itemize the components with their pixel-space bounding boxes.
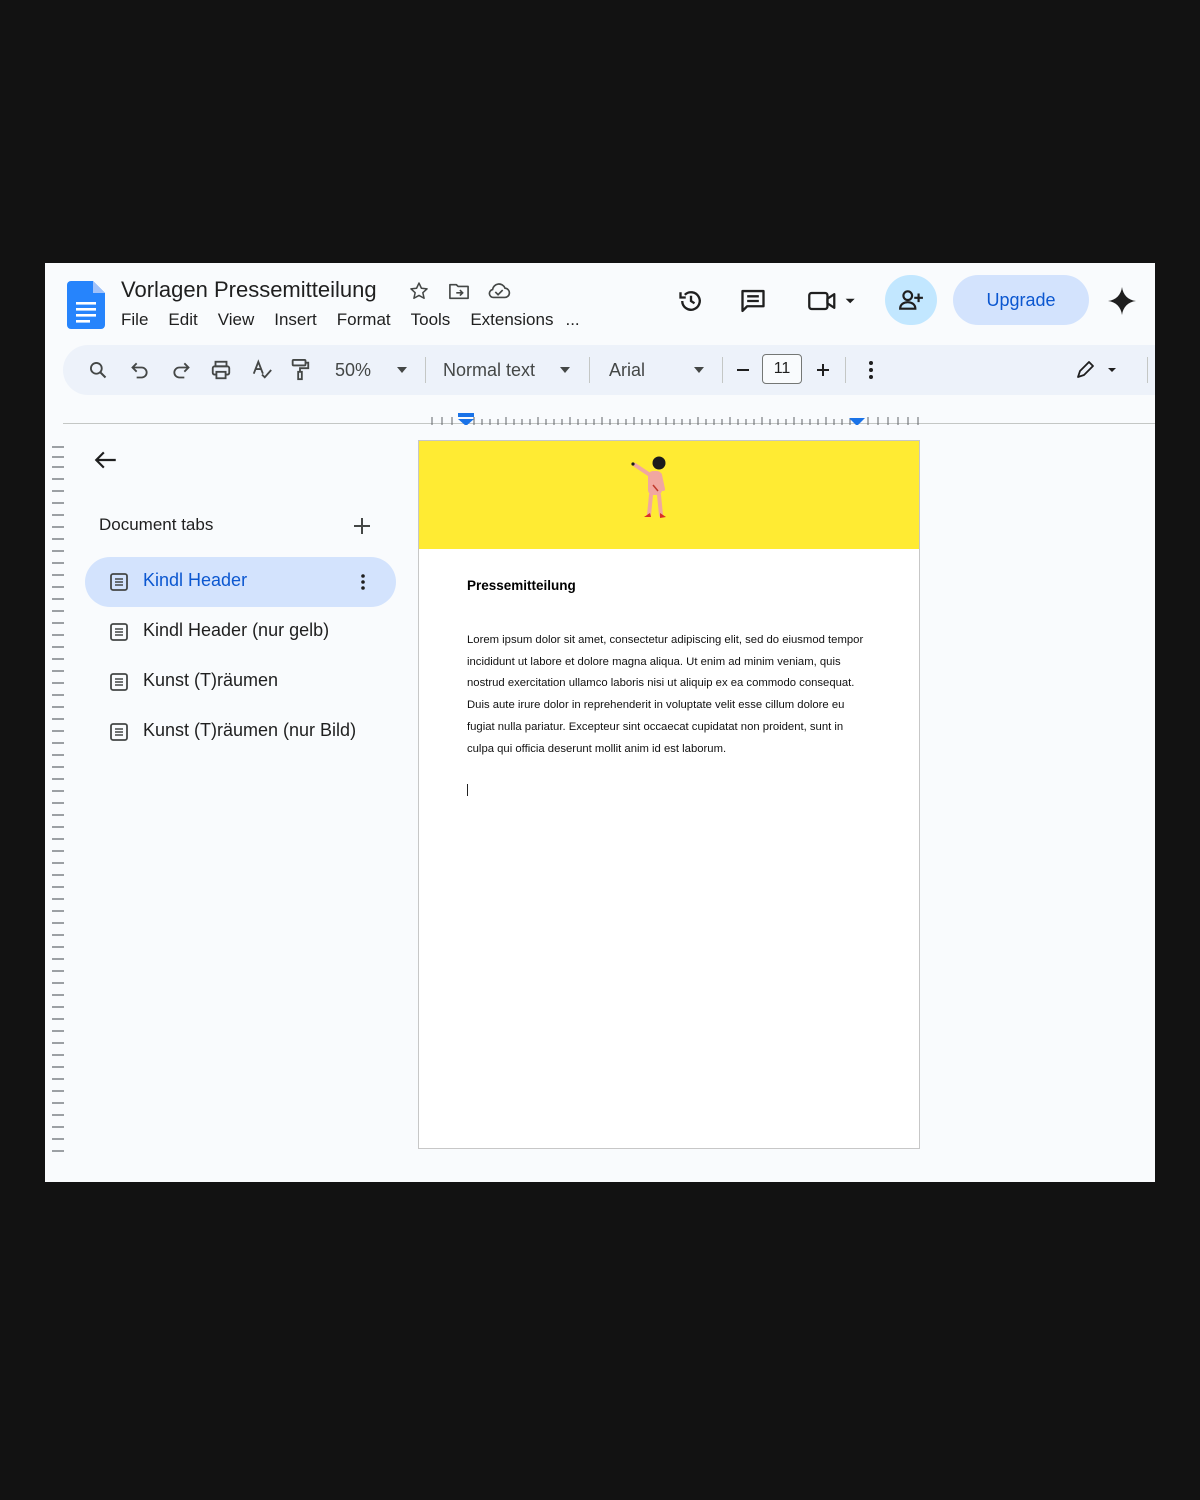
comments-icon[interactable]: [739, 287, 767, 315]
paragraph-style-select[interactable]: Normal text: [443, 357, 539, 383]
tab-label: Kunst (T)räumen (nur Bild): [143, 720, 357, 740]
document-tab-icon: [110, 623, 128, 641]
document-tab-icon: [110, 573, 128, 591]
edit-mode-icon[interactable]: [1071, 357, 1121, 383]
menu-insert[interactable]: Insert: [264, 309, 327, 331]
tab-kindl-header[interactable]: Kindl Header: [85, 557, 396, 607]
gemini-icon[interactable]: [1106, 285, 1138, 317]
menu-extensions[interactable]: Extensions: [460, 309, 563, 331]
docs-window: Vorlagen Pressemitteilung File Edit View…: [45, 263, 1155, 1182]
text-cursor: [467, 784, 468, 796]
document-body-text: Lorem ipsum dolor sit amet, consectetur …: [467, 634, 864, 755]
menu-more[interactable]: ...: [563, 309, 589, 331]
header-banner: [419, 441, 919, 549]
figure-illustration: [631, 456, 666, 518]
title-icons: [407, 279, 511, 303]
menu-bar: File Edit View Insert Format Tools Exten…: [111, 309, 590, 331]
back-arrow-icon[interactable]: [93, 447, 119, 473]
more-vert-icon[interactable]: [861, 357, 881, 383]
horizontal-ruler[interactable]: [430, 413, 920, 425]
increase-font-size-icon[interactable]: [813, 357, 833, 383]
font-size-input[interactable]: 11: [762, 354, 802, 384]
left-indent-marker: [458, 419, 474, 425]
document-page[interactable]: Pressemitteilung Lorem ipsum dolor sit a…: [418, 440, 920, 1149]
toolbar-separator: [589, 357, 590, 383]
redo-icon[interactable]: [168, 357, 194, 383]
tab-label: Kindl Header (nur gelb): [143, 620, 330, 640]
add-tab-icon[interactable]: [351, 515, 373, 537]
toolbar-separator: [845, 357, 846, 383]
share-icon: [899, 290, 923, 310]
paint-format-icon[interactable]: [287, 357, 313, 383]
document-tab-icon: [110, 723, 128, 741]
font-select[interactable]: Arial: [609, 357, 669, 383]
toolbar: 50% Normal text Arial 11: [63, 345, 1155, 395]
menu-view[interactable]: View: [208, 309, 265, 331]
decrease-font-size-icon[interactable]: [733, 357, 753, 383]
spellcheck-icon[interactable]: [249, 357, 275, 383]
document-heading: Pressemitteilung: [467, 578, 576, 593]
menu-edit[interactable]: Edit: [158, 309, 207, 331]
google-docs-icon[interactable]: [67, 281, 105, 329]
tab-kindl-header-nur-gelb[interactable]: Kindl Header (nur gelb): [85, 607, 396, 657]
vertical-ruler[interactable]: [52, 445, 64, 1165]
search-icon[interactable]: [85, 357, 111, 383]
first-line-indent-marker: [458, 413, 474, 417]
move-to-folder-icon[interactable]: [447, 279, 471, 303]
tab-more-options-icon[interactable]: [353, 571, 373, 593]
document-tab-icon: [110, 673, 128, 691]
menu-file[interactable]: File: [111, 309, 158, 331]
menu-format[interactable]: Format: [327, 309, 401, 331]
document-title[interactable]: Vorlagen Pressemitteilung: [121, 277, 377, 303]
document-tabs-heading: Document tabs: [99, 515, 214, 534]
share-button[interactable]: [885, 275, 937, 325]
font-dropdown-icon[interactable]: [690, 357, 708, 383]
toolbar-separator: [425, 357, 426, 383]
upgrade-button[interactable]: Upgrade: [953, 275, 1089, 325]
star-icon[interactable]: [407, 279, 431, 303]
right-indent-marker: [849, 418, 865, 425]
undo-icon[interactable]: [127, 357, 153, 383]
version-history-icon[interactable]: [677, 287, 705, 315]
cloud-saved-icon[interactable]: [487, 279, 511, 303]
tab-kunst-traeumen-nur-bild[interactable]: Kunst (T)räumen (nur Bild): [85, 707, 396, 757]
tab-label: Kindl Header: [143, 570, 248, 590]
zoom-value[interactable]: 50%: [333, 357, 373, 383]
style-dropdown-icon[interactable]: [556, 357, 574, 383]
toolbar-separator: [722, 357, 723, 383]
meet-icon[interactable]: [807, 287, 857, 315]
toolbar-separator: [1147, 357, 1148, 383]
menu-tools[interactable]: Tools: [401, 309, 461, 331]
zoom-dropdown-icon[interactable]: [393, 357, 411, 383]
print-icon[interactable]: [208, 357, 234, 383]
tab-label: Kunst (T)räumen: [143, 670, 279, 690]
tab-kunst-traeumen[interactable]: Kunst (T)räumen: [85, 657, 396, 707]
